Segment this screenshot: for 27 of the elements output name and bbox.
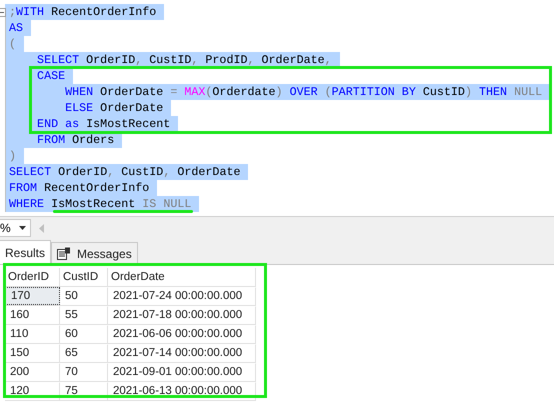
table-cell: 70 [60,363,108,381]
zoom-dropdown[interactable]: % [0,219,31,237]
table-cell: 65 [60,344,108,362]
document-icon [57,247,72,260]
table-cell: 2021-07-14 00:00:00.000 [108,344,256,362]
table-cell: 2021-07-24 00:00:00.000 [108,287,256,305]
column-header[interactable]: CustID [60,268,108,286]
table-cell: 60 [60,325,108,343]
table-cell: 55 [60,306,108,324]
table-cell: 2021-06-06 00:00:00.000 [108,325,256,343]
table-cell: 75 [60,382,108,400]
collapse-icon[interactable] [0,8,6,17]
table-cell: 170 [5,287,60,305]
table-cell: 160 [5,306,60,324]
table-cell: 2021-09-01 00:00:00.000 [108,363,256,381]
tab[interactable]: Messages [51,242,138,264]
table-cell: 200 [5,363,60,381]
table-cell: 2021-06-13 00:00:00.000 [108,382,256,400]
tab[interactable]: Results [0,240,52,264]
table-cell: 120 [5,382,60,400]
column-header[interactable]: OrderID [5,268,60,286]
table-cell: 150 [5,344,60,362]
table-cell: 110 [5,325,60,343]
table-cell: 2021-07-18 00:00:00.000 [108,306,256,324]
table-cell: 50 [60,287,108,305]
column-header[interactable]: OrderDate [108,268,256,286]
caret-icon [19,226,26,230]
